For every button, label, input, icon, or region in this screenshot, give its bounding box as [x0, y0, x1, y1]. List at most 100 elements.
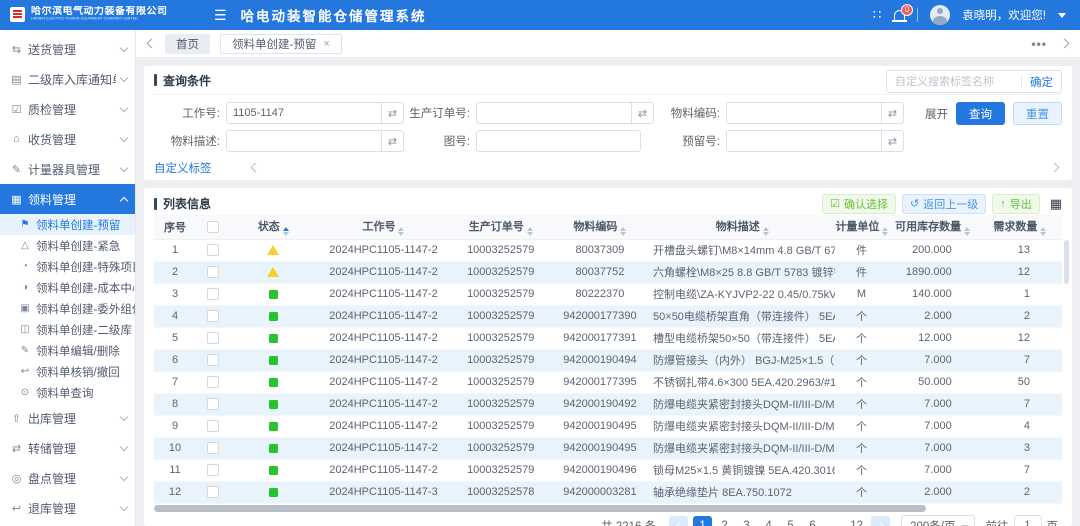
filter-addon-icon[interactable]: ⇄ [382, 102, 404, 124]
export-button[interactable]: ↑导出 [992, 194, 1040, 214]
sort-icon[interactable] [882, 227, 887, 237]
fullscreen-icon[interactable]: ∷ [873, 7, 882, 23]
page-number-button[interactable]: 5 [781, 516, 800, 526]
row-checkbox[interactable] [207, 310, 219, 322]
filter-addon-icon[interactable]: ⇄ [382, 130, 404, 152]
vertical-scrollbar[interactable] [1064, 240, 1069, 284]
filter-addon-icon[interactable]: ⇄ [882, 130, 904, 152]
next-page-button[interactable] [871, 516, 890, 526]
column-header[interactable]: 状态 [230, 215, 316, 239]
sidebar-item[interactable]: ⇄转储管理 [0, 433, 135, 463]
column-header[interactable]: 需求数量 [978, 215, 1062, 239]
row-checkbox[interactable] [207, 398, 219, 410]
sidebar-subitem[interactable]: ⚑领料单创建-预留 [0, 214, 135, 235]
column-header[interactable]: 物料编码 [551, 215, 649, 239]
sidebar-item[interactable]: ▦领料管理 [0, 184, 135, 214]
table-row[interactable]: 122024HPC1105-1147-310003252578942000003… [154, 481, 1062, 503]
search-button[interactable]: 查询 [956, 102, 1005, 125]
sort-icon[interactable] [398, 227, 404, 237]
tab-more-icon[interactable]: ••• [1031, 37, 1047, 51]
user-greeting[interactable]: 袁晓明，欢迎您! [962, 7, 1046, 23]
table-row[interactable]: 22024HPC1105-1147-21000325257980037752六角… [154, 261, 1062, 283]
table-row[interactable]: 52024HPC1105-1147-2100032525799420001773… [154, 327, 1062, 349]
column-header[interactable]: 可用库存数量 [888, 215, 978, 239]
table-row[interactable]: 102024HPC1105-1147-210003252579942000190… [154, 437, 1062, 459]
table-row[interactable]: 112024HPC1105-1147-210003252579942000190… [154, 459, 1062, 481]
sort-icon[interactable] [620, 227, 626, 237]
table-row[interactable]: 72024HPC1105-1147-2100032525799420001773… [154, 371, 1062, 393]
tab-scroll-right-icon[interactable] [1060, 39, 1070, 49]
page-size-select[interactable]: 200条/页 [901, 515, 974, 526]
avatar[interactable] [930, 5, 950, 25]
jump-page-input[interactable]: 1 [1014, 515, 1042, 526]
sidebar-subitem[interactable]: △领料单创建-紧急 [0, 235, 135, 256]
column-header[interactable]: 生产订单号 [451, 215, 551, 239]
custom-tag-link[interactable]: 自定义标签 [154, 160, 212, 176]
field-input[interactable] [226, 102, 382, 124]
sidebar-subitem[interactable]: ↩领料单核销/撤回 [0, 361, 135, 382]
page-number-button[interactable]: 2 [715, 516, 734, 526]
field-input[interactable] [726, 130, 882, 152]
page-number-button[interactable]: 1 [693, 516, 712, 526]
row-checkbox[interactable] [207, 486, 219, 498]
column-settings-icon[interactable]: ▦ [1050, 196, 1062, 212]
sidebar-subitem[interactable]: ✎领料单编辑/删除 [0, 340, 135, 361]
horizontal-scrollbar[interactable] [154, 505, 926, 512]
sort-icon[interactable] [283, 227, 289, 237]
reset-button[interactable]: 重置 [1013, 102, 1062, 125]
page-number-button[interactable]: 12 [847, 516, 866, 526]
select-all-checkbox[interactable] [207, 221, 219, 233]
row-checkbox[interactable] [207, 420, 219, 432]
expand-button[interactable]: 展开 [925, 106, 948, 122]
sidebar-subitem[interactable]: ◑领料单创建-成本中心 [0, 277, 135, 298]
sort-icon[interactable] [1040, 227, 1046, 237]
sidebar-item[interactable]: ✎计量器具管理 [0, 154, 135, 184]
filter-addon-icon[interactable]: ⇄ [632, 102, 654, 124]
sort-icon[interactable] [527, 227, 533, 237]
row-checkbox[interactable] [207, 354, 219, 366]
sidebar-subitem[interactable]: ◫领料单创建-二级库 [0, 319, 135, 340]
tag-confirm-button[interactable]: 确定 [1030, 74, 1053, 90]
field-input[interactable] [726, 102, 882, 124]
sidebar-item[interactable]: ⇧出库管理 [0, 403, 135, 433]
user-menu-caret-icon[interactable] [1058, 13, 1066, 18]
sidebar-item[interactable]: ⌂收货管理 [0, 124, 135, 154]
row-checkbox[interactable] [207, 376, 219, 388]
tag-scroll-left-icon[interactable] [250, 163, 260, 173]
field-input[interactable] [476, 130, 641, 152]
row-checkbox[interactable] [207, 442, 219, 454]
field-input[interactable] [476, 102, 632, 124]
sidebar-item[interactable]: ↩退库管理 [0, 493, 135, 523]
column-header[interactable]: 物料描述 [649, 215, 835, 239]
sidebar-subitem[interactable]: ▣领料单创建-委外组件 [0, 298, 135, 319]
field-input[interactable] [226, 130, 382, 152]
table-row[interactable]: 92024HPC1105-1147-2100032525799420001904… [154, 415, 1062, 437]
confirm-select-button[interactable]: ☑确认选择 [822, 194, 896, 214]
table-row[interactable]: 82024HPC1105-1147-2100032525799420001904… [154, 393, 1062, 415]
custom-tag-name-input[interactable] [895, 76, 1013, 88]
row-checkbox[interactable] [207, 288, 219, 300]
row-checkbox[interactable] [207, 332, 219, 344]
table-row[interactable]: 12024HPC1105-1147-21000325257980037309开槽… [154, 239, 1062, 261]
page-number-button[interactable]: 6 [803, 516, 822, 526]
sidebar-subitem[interactable]: ⊙领料单查询 [0, 382, 135, 403]
sidebar-item[interactable]: ▤二级库入库通知单 [0, 64, 135, 94]
table-row[interactable]: 32024HPC1105-1147-21000325257980222370控制… [154, 283, 1062, 305]
tag-scroll-right-icon[interactable] [1050, 163, 1060, 173]
page-number-button[interactable]: 4 [759, 516, 778, 526]
row-checkbox[interactable] [207, 266, 219, 278]
column-header[interactable]: 工作号 [316, 215, 450, 239]
column-header[interactable]: 计量单位 [835, 215, 887, 239]
menu-fold-icon[interactable]: ☰ [214, 7, 227, 24]
sort-icon[interactable] [964, 227, 970, 237]
row-checkbox[interactable] [207, 244, 219, 256]
sidebar-item[interactable]: ◎盘点管理 [0, 463, 135, 493]
tab-close-icon[interactable]: × [323, 38, 329, 50]
page-number-button[interactable]: 3 [737, 516, 756, 526]
filter-addon-icon[interactable]: ⇄ [882, 102, 904, 124]
table-row[interactable]: 62024HPC1105-1147-2100032525799420001904… [154, 349, 1062, 371]
table-row[interactable]: 42024HPC1105-1147-2100032525799420001773… [154, 305, 1062, 327]
tab-home[interactable]: 首页 [165, 34, 210, 54]
notification-bell-icon[interactable]: 0 [894, 10, 905, 20]
prev-page-button[interactable] [669, 516, 688, 526]
